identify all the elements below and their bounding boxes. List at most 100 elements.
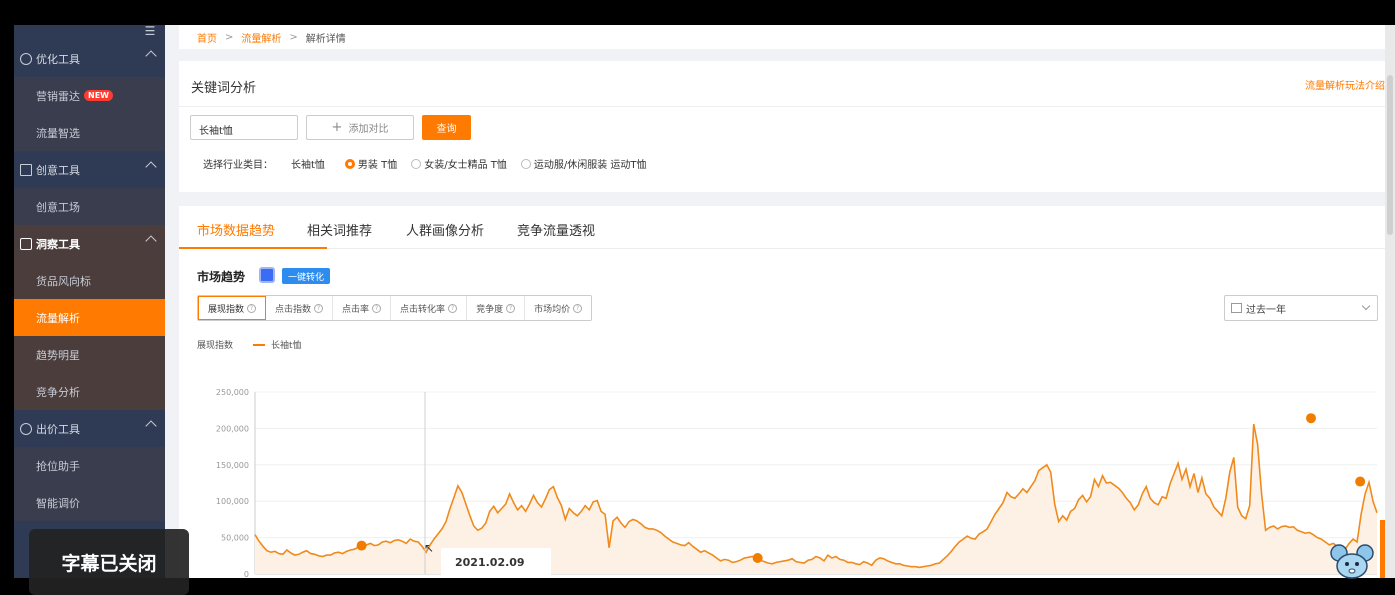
sidebar-item-competition[interactable]: 竞争分析: [14, 373, 165, 410]
data-marker: [752, 552, 763, 563]
mouse-cursor-icon: ↖: [424, 541, 435, 555]
chevron-up-icon: [145, 161, 157, 173]
sidebar-item-label: 智能调价: [36, 496, 80, 510]
sidebar-group-bid[interactable]: 出价工具: [14, 410, 165, 447]
help-icon: ?: [314, 303, 324, 313]
help-link[interactable]: 流量解析玩法介绍: [1305, 77, 1385, 92]
sidebar-group-label: 创意工具: [36, 163, 80, 177]
help-icon: ?: [573, 303, 583, 313]
add-compare-button[interactable]: + 添加对比: [306, 115, 414, 140]
industry-radio-women[interactable]: 女装/女士精品 T恤: [411, 156, 507, 171]
radio-checked-icon: [344, 158, 355, 169]
sidebar-item-goods-vane[interactable]: 货品风向标: [14, 262, 165, 299]
period-select[interactable]: 过去一年: [1224, 295, 1378, 321]
chart-tooltip: 2021.02.09: [441, 548, 551, 578]
radio-label: 运动服/休闲服装 运动T恤: [533, 160, 647, 171]
metric-click-index[interactable]: 点击指数?: [266, 296, 334, 320]
metric-label: 市场均价: [534, 304, 571, 315]
mascot-icon[interactable]: [1330, 541, 1374, 579]
main-content: 首页 > 流量解析 > 解析详情 关键词分析 流量解析玩法介绍 长袖t恤 + 添…: [179, 25, 1385, 578]
convert-button[interactable]: 一键转化: [282, 268, 330, 284]
sidebar-item-marketing-radar[interactable]: 营销雷达 NEW: [14, 77, 165, 114]
tab-related-words[interactable]: 相关词推荐: [307, 220, 372, 239]
metric-label: 展现指数: [208, 304, 245, 315]
building-icon: [20, 163, 32, 176]
help-icon: ?: [448, 303, 458, 313]
period-value: 过去一年: [1246, 304, 1286, 316]
sidebar-group-label: 洞察工具: [36, 237, 80, 251]
trend-chart[interactable]: 250,000200,000150,000100,00050,000012-15…: [179, 356, 1385, 578]
industry-row: 选择行业类目： 长袖t恤 男装 T恤 女装/女士精品 T恤 运动服/休闲服装 运…: [203, 156, 661, 171]
tab-market-trend[interactable]: 市场数据趋势: [197, 220, 275, 239]
tab-audience[interactable]: 人群画像分析: [406, 220, 484, 239]
data-marker: [356, 540, 367, 551]
metric-competition[interactable]: 竞争度?: [467, 296, 526, 320]
metric-ctr[interactable]: 点击率?: [333, 296, 392, 320]
divider: [179, 106, 1385, 107]
y-tick-label: 0: [244, 570, 249, 578]
breadcrumb: 首页 > 流量解析 > 解析详情: [179, 25, 1385, 49]
scrollbar-thumb[interactable]: [1387, 75, 1393, 235]
radio-unchecked-icon: [411, 158, 422, 169]
scrollbar[interactable]: [1385, 25, 1395, 578]
new-badge: NEW: [84, 90, 113, 101]
bid-icon: [20, 422, 32, 435]
panel-title: 关键词分析: [191, 81, 257, 96]
y-tick-label: 250,000: [216, 388, 249, 397]
breadcrumb-traffic[interactable]: 流量解析: [241, 30, 281, 45]
sidebar-group-label: 优化工具: [36, 52, 80, 66]
chevron-up-icon: [145, 50, 157, 62]
industry-radio-sports[interactable]: 运动服/休闲服装 运动T恤: [520, 156, 647, 171]
sidebar: ☰ 优化工具 营销雷达 NEW 流量智选 创意工具 创意工场 洞察工具 货品风向…: [14, 25, 165, 578]
sidebar-item-label: 创意工场: [36, 200, 80, 214]
industry-keyword: 长袖t恤: [291, 160, 325, 171]
data-marker: [1306, 413, 1316, 424]
radio-unchecked-icon: [520, 158, 531, 169]
sidebar-item-label: 营销雷达: [36, 89, 80, 103]
metric-selector: 展现指数? 点击指数? 点击率? 点击转化率? 竞争度? 市场均价?: [197, 295, 593, 321]
query-button[interactable]: 查询: [422, 115, 471, 140]
sidebar-item-creative-factory[interactable]: 创意工场: [14, 188, 165, 225]
radio-label: 男装 T恤: [357, 160, 398, 171]
chevron-down-icon: [1361, 301, 1371, 311]
sidebar-item-grab-position[interactable]: 抢位助手: [14, 447, 165, 484]
sidebar-item-label: 货品风向标: [36, 274, 91, 288]
app-window: ☰ 优化工具 营销雷达 NEW 流量智选 创意工具 创意工场 洞察工具 货品风向…: [14, 25, 1385, 578]
metric-cvr[interactable]: 点击转化率?: [391, 296, 468, 320]
sidebar-item-trend-star[interactable]: 趋势明星: [14, 336, 165, 373]
keyword-panel: 关键词分析 流量解析玩法介绍 长袖t恤 + 添加对比 查询 选择行业类目： 长袖…: [179, 61, 1385, 192]
chevron-up-icon: [145, 235, 157, 247]
target-icon: [20, 52, 32, 65]
y-tick-label: 150,000: [216, 461, 249, 470]
sidebar-item-label: 流量解析: [36, 311, 80, 325]
collapse-menu-icon[interactable]: ☰: [143, 25, 157, 39]
sidebar-group-insight[interactable]: 洞察工具: [14, 225, 165, 262]
tab-bar: 市场数据趋势 相关词推荐 人群画像分析 竞争流量透视: [179, 206, 1385, 249]
sidebar-item-traffic-select[interactable]: 流量智选: [14, 114, 165, 151]
legend-line: [253, 343, 266, 346]
y-tick-label: 200,000: [216, 424, 249, 433]
breadcrumb-separator: >: [289, 31, 298, 43]
sidebar-item-label: 竞争分析: [36, 385, 80, 399]
metric-label: 点击指数: [275, 304, 312, 315]
chevron-up-icon: [145, 420, 157, 432]
tab-competition-traffic[interactable]: 竞争流量透视: [517, 220, 595, 239]
subtitle-toast: 字幕已关闭: [29, 529, 189, 595]
sidebar-group-creative[interactable]: 创意工具: [14, 151, 165, 188]
keyword-input[interactable]: 长袖t恤: [190, 115, 298, 140]
industry-label: 选择行业类目：: [203, 160, 273, 171]
y-tick-label: 100,000: [216, 497, 249, 506]
breadcrumb-home[interactable]: 首页: [197, 30, 217, 45]
industry-radio-men[interactable]: 男装 T恤: [344, 156, 398, 171]
y-tick-label: 50,000: [221, 534, 249, 543]
metric-impression[interactable]: 展现指数?: [198, 296, 267, 320]
sidebar-group-optimize[interactable]: 优化工具: [14, 40, 165, 77]
sidebar-item-traffic-analysis[interactable]: 流量解析: [14, 299, 165, 336]
metric-avg-price[interactable]: 市场均价?: [525, 296, 591, 320]
legend-metric: 展现指数: [197, 341, 234, 351]
sidebar-item-smart-bid[interactable]: 智能调价: [14, 484, 165, 521]
app-logo-icon[interactable]: [259, 267, 275, 283]
chart-legend: 展现指数 长袖t恤: [197, 338, 302, 351]
sidebar-group-label: 出价工具: [36, 422, 80, 436]
tab-active-indicator: [179, 247, 327, 249]
